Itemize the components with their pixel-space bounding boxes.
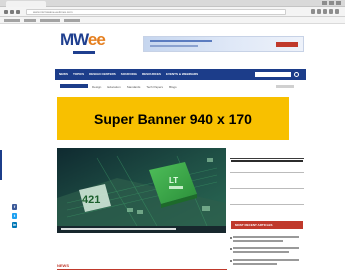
browser-tab-strip (0, 0, 345, 7)
back-icon[interactable] (4, 10, 8, 14)
ad-headline (150, 40, 212, 42)
reload-icon[interactable] (16, 10, 20, 14)
sidebar-article-link[interactable] (233, 236, 299, 238)
facebook-glyph: f (13, 204, 16, 209)
twitter-glyph: t (13, 213, 16, 218)
hero-chip-label: 421 (82, 194, 100, 206)
minimize-icon[interactable] (322, 1, 327, 5)
subnav-link-education[interactable]: Education (107, 83, 120, 91)
sidebar-article-link[interactable] (233, 247, 299, 249)
logo-accent: ee (87, 30, 106, 49)
address-toolbar: www.microwave-eetimes.com (0, 7, 345, 17)
news-section-title: NEWS (57, 263, 69, 268)
super-banner-text: Super Banner 940 x 170 (94, 110, 252, 127)
main-navigation: NEWS TOPICS DESIGN CENTERS SOURCING RESOURCE… (55, 69, 306, 80)
sidebar-header-bar (231, 160, 303, 162)
maximize-icon[interactable] (329, 1, 334, 5)
subnav-link-standards[interactable]: Standards (127, 83, 141, 91)
nav-item-resources[interactable]: RESOURCES (142, 69, 161, 80)
search-input[interactable] (255, 72, 291, 77)
hero-caption[interactable] (61, 228, 176, 230)
ad-cta-button[interactable] (276, 42, 298, 47)
subnav-label (60, 84, 88, 88)
linkedin-glyph: in (12, 222, 17, 227)
bookmark-item[interactable] (64, 19, 80, 22)
hero-chip-logo: LT (169, 176, 178, 185)
logo-text: MW (60, 30, 89, 49)
bookmark-item[interactable] (40, 19, 60, 22)
super-banner-ad[interactable]: Super Banner 940 x 170 (57, 97, 289, 140)
sidebar-divider (230, 204, 304, 205)
bookmark-item[interactable] (4, 19, 20, 22)
list-bullet (230, 237, 232, 239)
twitter-icon[interactable]: t (12, 213, 17, 219)
forward-icon[interactable] (10, 10, 14, 14)
close-icon[interactable] (336, 1, 341, 5)
sidebar-article-link[interactable] (233, 263, 277, 265)
extension-icon[interactable] (323, 9, 327, 14)
logo-tagline (73, 51, 95, 54)
nav-items: NEWS TOPICS DESIGN CENTERS SOURCING RESOURCE… (59, 69, 198, 80)
bookmark-item[interactable] (24, 19, 36, 22)
extension-icon[interactable] (317, 9, 321, 14)
menu-icon[interactable] (335, 9, 339, 14)
search-icon[interactable] (294, 72, 299, 77)
sidebar-section-title: MOST RECENT ARTICLES (235, 223, 273, 227)
ad-subline (150, 45, 198, 47)
nav-item-news[interactable]: NEWS (59, 69, 68, 80)
sub-navigation: Design Education Standards Tech Papers Blogs (55, 83, 306, 91)
subnav-link-design[interactable]: Design (92, 83, 101, 91)
header-ad-banner[interactable] (143, 36, 304, 52)
sidebar-article-link[interactable] (233, 251, 289, 253)
sidebar-section-header: MOST RECENT ARTICLES (231, 221, 303, 229)
hero-illustration: 421 LT (57, 148, 226, 233)
subnav-extra (276, 85, 294, 88)
nav-item-sourcing[interactable]: SOURCING (121, 69, 137, 80)
window-controls (322, 1, 341, 5)
news-section-rule (57, 269, 227, 270)
browser-window: www.microwave-eetimes.com MWee NEWS TOPIC… (0, 0, 345, 272)
facebook-icon[interactable]: f (12, 204, 17, 210)
sidebar-divider (230, 172, 304, 173)
list-bullet (230, 260, 232, 262)
page-edge-accent (0, 150, 2, 180)
nav-item-events-webinars[interactable]: EVENTS & WEBINARS (166, 69, 198, 80)
sidebar-article-link[interactable] (233, 240, 283, 242)
subnav-links: Design Education Standards Tech Papers Blogs (92, 83, 177, 91)
url-text: www.microwave-eetimes.com (33, 10, 73, 14)
subnav-link-tech-papers[interactable]: Tech Papers (146, 83, 163, 91)
hero-article-image[interactable]: 421 LT (57, 148, 226, 233)
sidebar-divider (230, 188, 304, 189)
site-logo[interactable]: MWee (60, 30, 106, 49)
address-bar[interactable]: www.microwave-eetimes.com (26, 9, 286, 15)
subnav-link-blogs[interactable]: Blogs (169, 83, 177, 91)
sidebar-article-link[interactable] (233, 259, 299, 261)
extension-icons (311, 9, 339, 14)
extension-icon[interactable] (311, 9, 315, 14)
nav-item-design-centers[interactable]: DESIGN CENTERS (89, 69, 116, 80)
extension-icon[interactable] (329, 9, 333, 14)
bookmarks-bar (0, 17, 345, 24)
list-bullet (230, 248, 232, 250)
linkedin-icon[interactable]: in (12, 222, 17, 228)
nav-item-topics[interactable]: TOPICS (73, 69, 84, 80)
sidebar-divider (230, 158, 304, 159)
